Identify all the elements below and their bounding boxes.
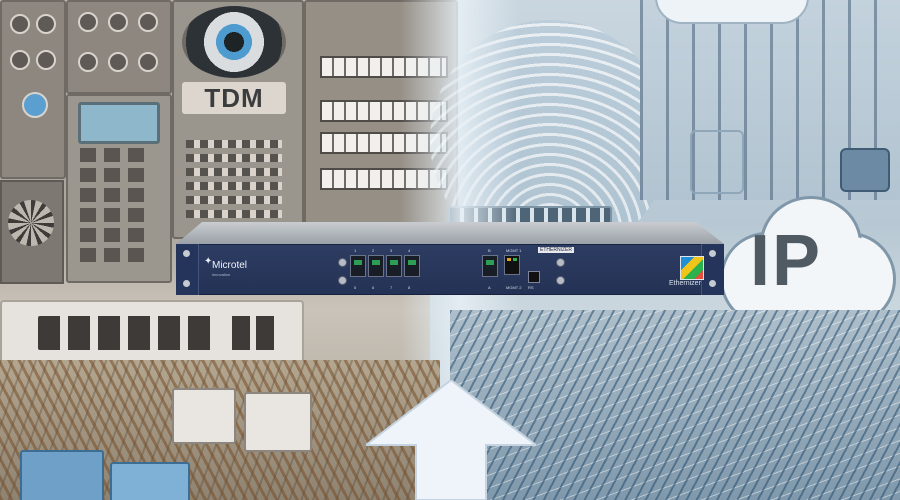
- sfp-port: [404, 255, 420, 277]
- screw: [338, 258, 347, 267]
- port-number: 6: [372, 285, 375, 290]
- port-number: 3: [390, 248, 393, 253]
- rj45-port: [504, 255, 520, 275]
- brand-tagline: innovation: [212, 272, 231, 277]
- ip-label: IP: [750, 221, 823, 301]
- cloud-icon: [655, 0, 809, 24]
- product-name: Ethernizer: [669, 280, 701, 287]
- device-front-panel: [176, 244, 724, 295]
- rj45-ports: [232, 316, 280, 350]
- fiber-connector-icon: [110, 462, 190, 500]
- screw: [556, 276, 565, 285]
- rack-ear: [176, 244, 199, 295]
- port-label: MGMT 1: [506, 248, 522, 253]
- screw: [556, 258, 565, 267]
- legacy-switch: [0, 300, 304, 364]
- port-number: 5: [354, 285, 357, 290]
- port-number: 8: [408, 285, 411, 290]
- sfp-port: [368, 255, 384, 277]
- sfp-port: [350, 255, 366, 277]
- model-tag: ETHERNIZER: [538, 247, 574, 253]
- rj45-ports: [38, 316, 218, 350]
- port-label: MGMT 2: [506, 285, 522, 290]
- dial-knob-icon: [22, 92, 48, 118]
- rj45-connector-icon: [172, 388, 236, 444]
- rj45-connector-icon: [244, 392, 312, 452]
- dial-knob-icon: [78, 52, 98, 72]
- port-number: 7: [390, 285, 393, 290]
- chip-icon: [840, 148, 890, 192]
- fan-icon: [0, 180, 64, 284]
- legacy-rack: [66, 0, 172, 94]
- dial-knob-icon: [138, 52, 158, 72]
- dial-knob-icon: [10, 50, 30, 70]
- dial-knob-icon: [10, 14, 30, 34]
- sfp-port: [386, 255, 402, 277]
- dial-knob-icon: [36, 14, 56, 34]
- lcd-display: [78, 102, 160, 144]
- arrow-up-icon: [366, 380, 536, 500]
- port-number: 4: [408, 248, 411, 253]
- port-label: B: [488, 248, 491, 253]
- port-label: A: [488, 285, 491, 290]
- fiber-connector-icon: [20, 450, 104, 500]
- mount-hole: [709, 250, 716, 257]
- hero-image: TDM IP ✦ Microtel innovation 1 2 3 4 5 6…: [0, 0, 900, 500]
- rack-ear: [701, 244, 724, 295]
- ethernizer-device: ✦ Microtel innovation 1 2 3 4 5 6 7 8 ET…: [176, 222, 724, 295]
- sfp-port: [482, 255, 498, 277]
- screw: [338, 276, 347, 285]
- button-grid-panel: [186, 140, 282, 220]
- tape-reel: [182, 6, 286, 78]
- lock-chip-icon: [690, 130, 744, 194]
- dial-knob-icon: [36, 50, 56, 70]
- port-number: 1: [354, 248, 357, 253]
- ethernizer-logo-icon: [680, 256, 704, 280]
- brand-name: Microtel: [212, 260, 248, 271]
- dial-knob-icon: [138, 12, 158, 32]
- mount-hole: [183, 280, 190, 287]
- legacy-rack: [0, 0, 66, 179]
- cloud-icon: IP: [720, 196, 900, 326]
- tdm-label: TDM: [182, 82, 286, 114]
- console-port: [528, 271, 540, 283]
- mount-hole: [183, 250, 190, 257]
- mount-hole: [709, 280, 716, 287]
- port-label: RS: [528, 285, 534, 290]
- dial-knob-icon: [108, 52, 128, 72]
- dial-knob-icon: [78, 12, 98, 32]
- port-number: 2: [372, 248, 375, 253]
- device-chassis: [176, 222, 724, 244]
- dial-knob-icon: [108, 12, 128, 32]
- keypad: [80, 148, 152, 268]
